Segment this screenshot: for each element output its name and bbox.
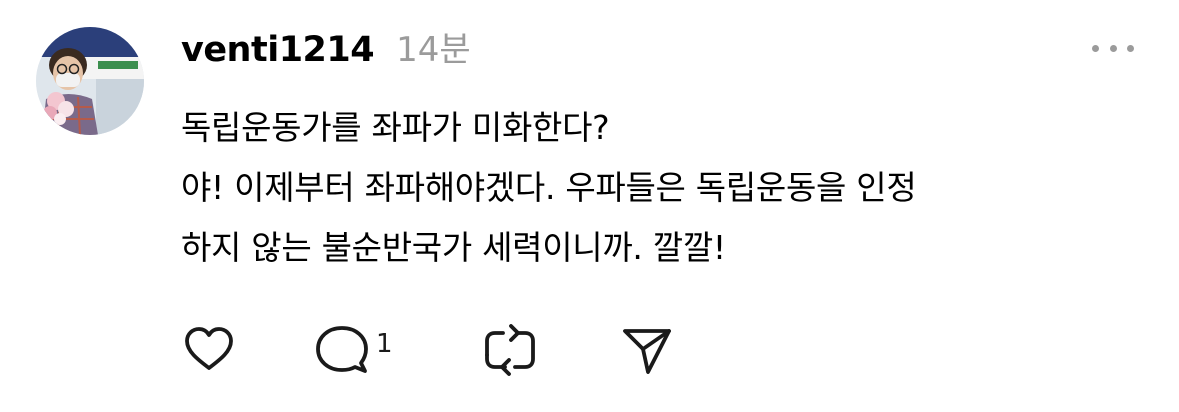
paper-plane-icon	[623, 329, 671, 374]
repost-button[interactable]	[481, 322, 539, 378]
post-timestamp: 14분	[396, 30, 471, 70]
repost-arrows-icon	[485, 324, 535, 376]
speech-bubble-icon	[316, 326, 368, 373]
post-actions: 1	[181, 322, 721, 378]
more-dots-icon	[1127, 44, 1134, 52]
reply-button[interactable]: 1	[314, 322, 393, 378]
more-dots-icon	[1109, 44, 1117, 52]
post-text: 독립운동가를 좌파가 미화한다? 야! 이제부터 좌파해야겠다. 우파들은 독립…	[181, 98, 1141, 278]
post-header: venti1214 14분	[181, 22, 471, 74]
like-button[interactable]	[181, 322, 237, 378]
share-button[interactable]	[619, 322, 675, 378]
more-dots-icon	[1092, 44, 1099, 52]
heart-icon	[185, 327, 233, 370]
post-text-line: 독립운동가를 좌파가 미화한다?	[181, 108, 610, 147]
avatar[interactable]	[36, 27, 144, 135]
avatar-photo	[36, 27, 144, 135]
post-text-line: 야! 이제부터 좌파해야겠다. 우파들은 독립운동을 인정	[181, 168, 917, 207]
post-text-line: 하지 않는 불순반국가 세력이니까. 깔깔!	[181, 228, 726, 267]
reply-count: 1	[376, 329, 393, 359]
username-link[interactable]: venti1214	[181, 30, 375, 70]
more-options-button[interactable]	[1092, 36, 1134, 60]
